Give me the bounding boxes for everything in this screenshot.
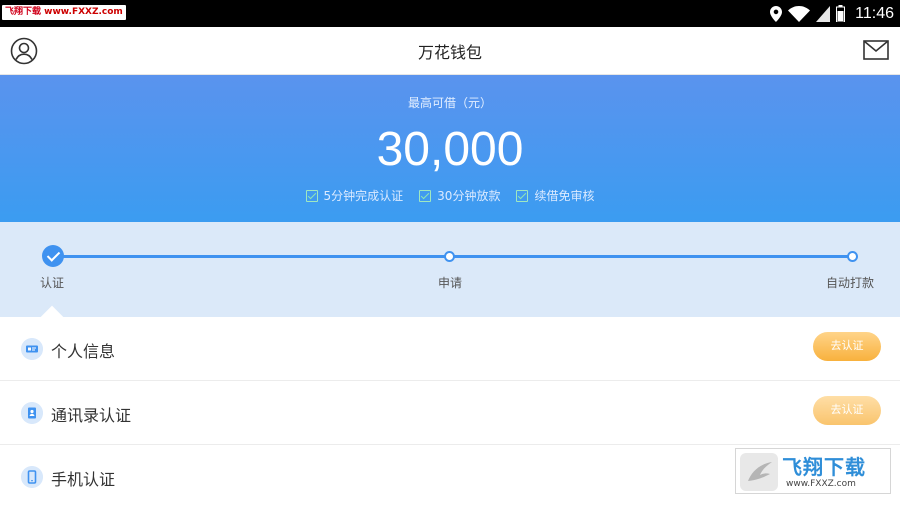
wifi-icon — [788, 5, 811, 22]
feature-text: 30分钟放款 — [437, 189, 501, 203]
step-dot-payout — [847, 251, 858, 262]
feature-text: 续借免审核 — [534, 189, 595, 203]
id-card-icon — [21, 338, 43, 360]
verify-personal-info-button[interactable]: 去认证 — [813, 332, 881, 361]
feature-list: 5分钟完成认证 30分钟放款 续借免审核 — [0, 187, 900, 204]
signal-icon — [816, 5, 831, 22]
step-label-apply: 申请 — [438, 276, 463, 290]
feature-item: 30分钟放款 — [419, 187, 500, 204]
status-time: 11:46 — [855, 4, 894, 22]
loan-limit-banner: 最高可借（元） 30,000 5分钟完成认证 30分钟放款 续借免审核 — [0, 75, 900, 222]
watermark-prefix: 飞翔下载 — [5, 7, 42, 17]
list-item-personal-info[interactable]: 个人信息 去认证 — [0, 317, 900, 381]
step-label-verify: 认证 — [40, 276, 65, 290]
checkbox-icon — [419, 189, 432, 202]
watermark-url-bottom: www.FXXZ.com — [786, 479, 856, 489]
location-icon — [770, 5, 783, 22]
feature-item: 续借免审核 — [516, 187, 594, 204]
watermark-logo: 飞翔下载 www.FXXZ.com — [735, 448, 891, 494]
watermark-url: www.FXXZ.com — [44, 7, 123, 17]
feature-text: 5分钟完成认证 — [323, 189, 404, 203]
watermark-name: 飞翔下载 — [782, 455, 866, 479]
limit-label: 最高可借（元） — [407, 96, 492, 110]
list-item-label: 个人信息 — [51, 342, 116, 361]
step-complete-check-icon — [42, 245, 64, 267]
battery-icon — [836, 5, 846, 22]
step-dot-apply — [444, 251, 455, 262]
status-bar: 飞翔下载 www.FXXZ.com 11:46 — [0, 0, 900, 27]
step-label-payout: 自动打款 — [826, 276, 875, 290]
watermark-wing-icon — [740, 453, 778, 491]
list-item-label: 通讯录认证 — [51, 406, 132, 425]
progress-steps: 认证 申请 自动打款 — [0, 222, 900, 329]
list-item-contacts[interactable]: 通讯录认证 去认证 — [0, 381, 900, 445]
list-item-label: 手机认证 — [51, 470, 116, 489]
checkbox-icon — [305, 189, 318, 202]
watermark-badge: 飞翔下载 www.FXXZ.com — [2, 5, 126, 20]
contacts-icon — [21, 402, 43, 424]
verify-contacts-button[interactable]: 去认证 — [813, 396, 881, 425]
mail-icon[interactable] — [863, 40, 889, 60]
status-icons: 11:46 — [770, 2, 894, 25]
mobile-phone-icon — [21, 466, 43, 488]
page-title: 万花钱包 — [417, 43, 482, 62]
app-bar: 万花钱包 — [0, 27, 900, 75]
checkbox-icon — [516, 189, 529, 202]
limit-amount: 30,000 — [376, 123, 524, 176]
feature-item: 5分钟完成认证 — [305, 187, 404, 204]
